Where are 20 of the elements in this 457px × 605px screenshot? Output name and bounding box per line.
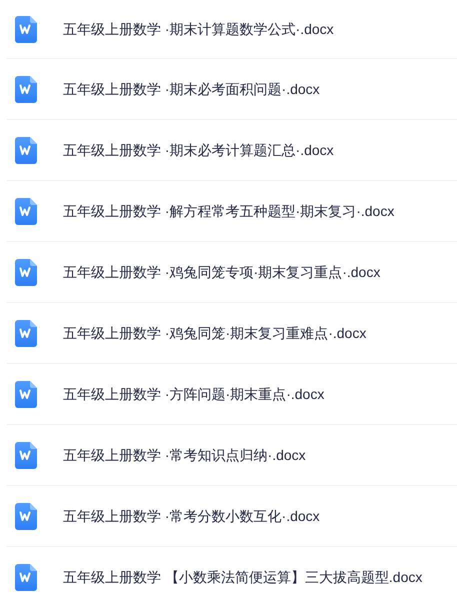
file-name[interactable]: 五年级上册数学 ·期末计算题数学公式·.docx (63, 18, 334, 40)
word-document-icon (15, 320, 37, 346)
word-document-icon (15, 16, 37, 42)
word-document-icon (15, 76, 37, 102)
word-document-icon (15, 380, 37, 408)
word-document-icon (15, 198, 37, 224)
word-document-icon (15, 136, 37, 164)
file-name[interactable]: 五年级上册数学 ·常考知识点归纳·.docx (63, 444, 306, 466)
file-name[interactable]: 五年级上册数学 ·鸡兔同笼·期末复习重难点·.docx (63, 322, 366, 344)
word-document-icon (15, 258, 37, 286)
file-name[interactable]: 五年级上册数学 【小数乘法简便运算】三大拔高题型.docx (63, 566, 422, 588)
word-document-icon (15, 442, 37, 468)
file-name[interactable]: 五年级上册数学 ·期末必考计算题汇总·.docx (63, 140, 334, 160)
file-name[interactable]: 五年级上册数学 ·解方程常考五种题型·期末复习·.docx (63, 200, 394, 222)
file-name[interactable]: 五年级上册数学 ·期末必考面积问题·.docx (63, 78, 320, 100)
file-name[interactable]: 五年级上册数学 ·鸡兔同笼专项·期末复习重点·.docx (63, 262, 380, 282)
word-document-icon (15, 502, 37, 530)
word-document-icon (15, 564, 37, 590)
file-name[interactable]: 五年级上册数学 ·方阵问题·期末重点·.docx (63, 384, 324, 404)
file-name[interactable]: 五年级上册数学 ·常考分数小数互化·.docx (63, 506, 320, 526)
